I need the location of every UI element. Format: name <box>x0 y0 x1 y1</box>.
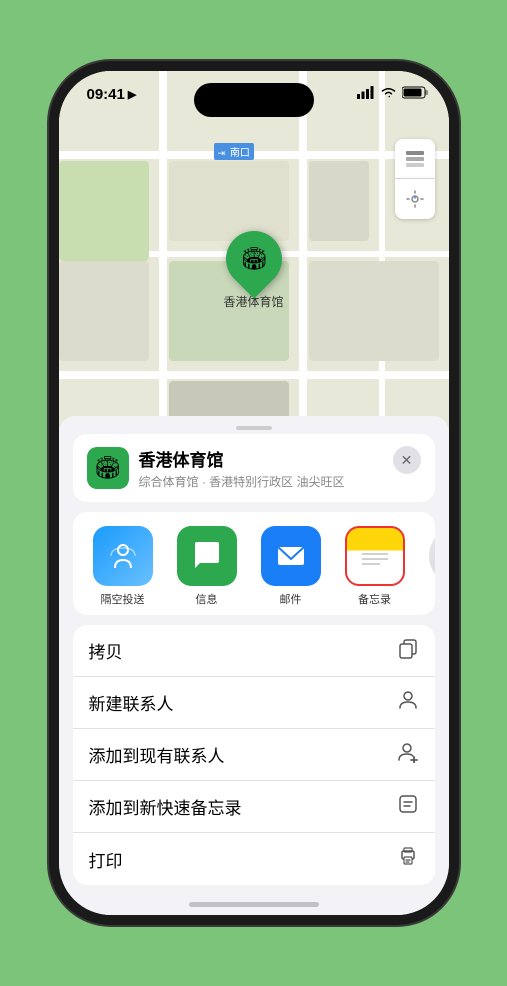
location-header: 🏟 香港体育馆 综合体育馆 · 香港特别行政区 油尖旺区 ✕ <box>73 434 435 502</box>
messages-graphic <box>190 539 224 573</box>
map-layers-icon <box>404 148 426 170</box>
wifi-icon <box>380 86 397 99</box>
compass-icon <box>405 189 425 209</box>
share-app-notes[interactable]: 备忘录 <box>335 526 415 607</box>
action-new-contact[interactable]: 新建联系人 <box>73 677 435 729</box>
location-name: 香港体育馆 <box>139 446 421 471</box>
share-app-messages[interactable]: 信息 <box>167 526 247 607</box>
phone-frame: 09:41 ▶ <box>59 71 449 915</box>
action-print[interactable]: 打印 <box>73 833 435 885</box>
notes-icon <box>345 526 405 586</box>
action-copy[interactable]: 拷贝 <box>73 625 435 677</box>
stadium-icon: 🏟 <box>94 455 122 481</box>
copy-icon-graphic <box>397 637 419 659</box>
stadium-pin-icon: 🏟 <box>214 219 293 298</box>
printer-icon-graphic <box>397 845 419 867</box>
home-indicator <box>189 902 319 907</box>
location-subtitle: 综合体育馆 · 香港特别行政区 油尖旺区 <box>139 473 421 490</box>
new-contact-icon <box>397 689 419 717</box>
airdrop-graphic <box>107 540 139 572</box>
handle-bar <box>236 426 272 430</box>
print-label: 打印 <box>89 847 123 872</box>
more-dots-wrap: 推 <box>429 526 435 607</box>
messages-label: 信息 <box>196 591 218 607</box>
map-block <box>169 161 289 241</box>
copy-label: 拷贝 <box>89 638 123 663</box>
share-apps-container: 隔空投送 信息 <box>73 512 435 615</box>
south-gate-label: ⇥ 南口 <box>214 143 254 160</box>
action-quick-note[interactable]: 添加到新快速备忘录 <box>73 781 435 833</box>
map-park <box>59 161 149 261</box>
stadium-pin[interactable]: 🏟 香港体育馆 <box>224 231 284 310</box>
action-list: 拷贝 新建联系人 添加到现有联系人 <box>73 625 435 885</box>
stadium-emoji: 🏟 <box>240 246 268 272</box>
mail-label: 邮件 <box>280 591 302 607</box>
add-contact-label: 添加到现有联系人 <box>89 742 225 767</box>
copy-icon <box>397 637 419 665</box>
map-block <box>59 261 149 361</box>
location-info: 香港体育馆 综合体育馆 · 香港特别行政区 油尖旺区 <box>139 446 421 490</box>
person-icon-graphic <box>397 689 419 711</box>
map-block <box>309 261 439 361</box>
airdrop-icon <box>93 526 153 586</box>
messages-icon <box>177 526 237 586</box>
add-person-icon-graphic <box>397 741 419 763</box>
location-button[interactable] <box>395 179 435 219</box>
action-add-contact[interactable]: 添加到现有联系人 <box>73 729 435 781</box>
new-contact-label: 新建联系人 <box>89 690 174 715</box>
share-app-airdrop[interactable]: 隔空投送 <box>83 526 163 607</box>
print-icon <box>397 845 419 873</box>
quick-note-label: 添加到新快速备忘录 <box>89 794 242 819</box>
sheet-handle <box>59 416 449 434</box>
notes-label: 备忘录 <box>358 591 391 607</box>
airdrop-label: 隔空投送 <box>101 591 145 607</box>
share-app-mail[interactable]: 邮件 <box>251 526 331 607</box>
location-icon: 🏟 <box>87 447 129 489</box>
mail-icon <box>261 526 321 586</box>
mail-graphic <box>274 539 308 573</box>
battery-icon <box>402 86 429 99</box>
dynamic-island <box>194 83 314 117</box>
share-apps-row: 隔空投送 信息 <box>73 526 435 607</box>
quick-note-icon <box>397 793 419 821</box>
add-contact-icon <box>397 741 419 769</box>
signal-icon <box>357 86 375 99</box>
map-controls <box>395 139 435 219</box>
status-icons <box>357 86 429 99</box>
road <box>59 371 449 379</box>
map-block <box>309 161 369 241</box>
close-button[interactable]: ✕ <box>393 446 421 474</box>
note-icon-graphic <box>397 793 419 815</box>
status-time: 09:41 ▶ <box>87 86 137 103</box>
location-arrow-icon: ▶ <box>128 88 136 101</box>
bottom-sheet: 🏟 香港体育馆 综合体育馆 · 香港特别行政区 油尖旺区 ✕ <box>59 416 449 915</box>
more-dots-icon <box>429 526 435 586</box>
map-type-button[interactable] <box>395 139 435 179</box>
share-app-more[interactable]: 推 <box>419 526 435 607</box>
notes-graphic <box>358 539 392 573</box>
